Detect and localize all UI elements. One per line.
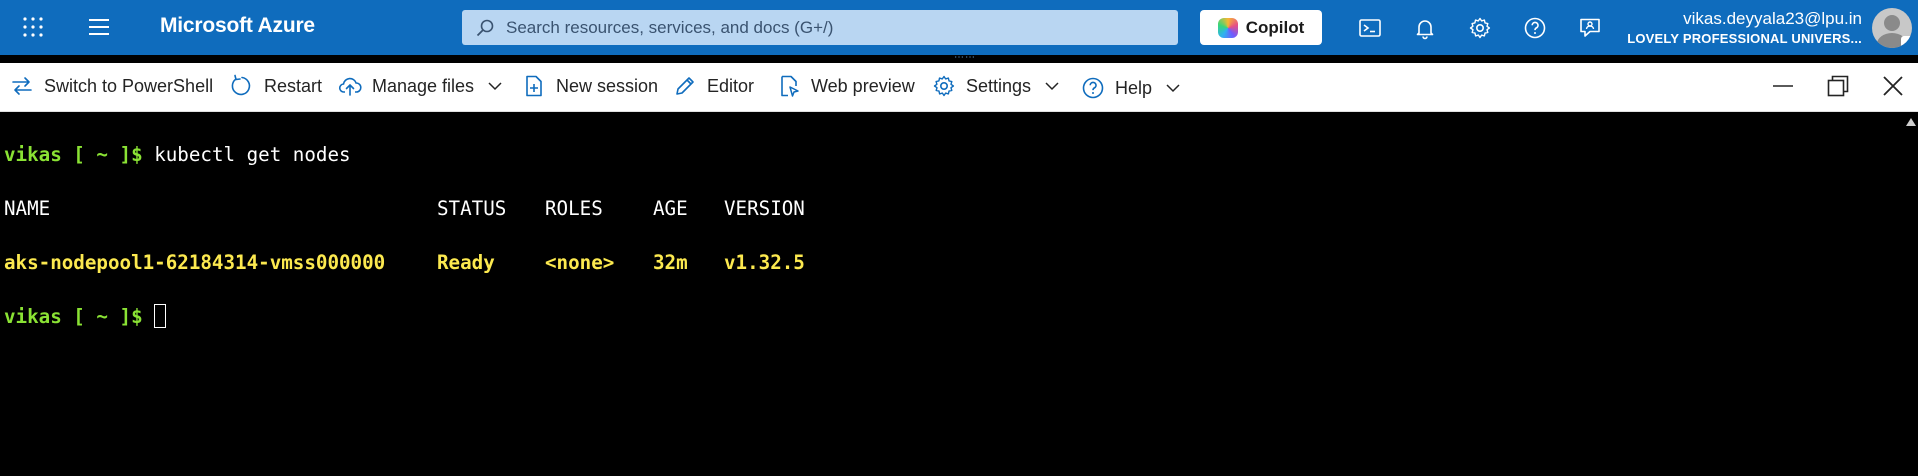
settings-label: Settings (966, 75, 1032, 96)
chevron-down-icon (488, 82, 502, 91)
cloud-upload-icon (338, 77, 362, 96)
copilot-icon (1217, 17, 1238, 38)
lock-icon (1901, 36, 1912, 48)
shell-prompt: vikas [ ~ ]$ (4, 305, 143, 328)
editor-button[interactable]: Editor (673, 72, 754, 100)
node-name: aks-nodepool1-62184314-vmss000000 (4, 251, 386, 274)
help-menu[interactable]: Help (1081, 74, 1182, 102)
web-preview-label: Web preview (811, 75, 915, 96)
feedback-icon[interactable] (1578, 16, 1602, 40)
manage-files-menu[interactable]: Manage files (338, 72, 504, 100)
settings-menu[interactable]: Settings (932, 72, 1061, 100)
terminal-scrollbar[interactable] (1902, 112, 1918, 476)
restart-label: Restart (264, 75, 323, 96)
pencil-icon (676, 77, 694, 95)
cloud-shell-icon[interactable] (1358, 16, 1382, 40)
help-question-icon[interactable] (1523, 16, 1547, 40)
shell-prompt: vikas [ ~ ]$ (4, 143, 143, 166)
user-email: vikas.deyyala23@lpu.in (1683, 9, 1862, 28)
table-header-row: NAME STATUS ROLES AGE VERSION (4, 195, 1902, 222)
search-placeholder: Search resources, services, and docs (G+… (506, 17, 834, 37)
terminal-output[interactable]: vikas [ ~ ]$ kubectl get nodes NAME STATU… (0, 112, 1902, 476)
copilot-label: Copilot (1245, 17, 1305, 37)
portal-menu-icon[interactable] (88, 17, 110, 37)
manage-files-label: Manage files (372, 75, 475, 96)
switch-arrows-icon (12, 77, 32, 95)
new-session-icon (526, 75, 542, 97)
restart-icon (231, 74, 251, 96)
account-info[interactable]: vikas.deyyala23@lpu.in LOVELY PROFESSION… (1627, 9, 1862, 49)
search-icon (476, 19, 494, 36)
restart-button[interactable]: Restart (230, 72, 322, 100)
app-launcher-icon[interactable] (22, 16, 44, 38)
chevron-down-icon (1045, 82, 1059, 91)
portal-brand[interactable]: Microsoft Azure (160, 14, 315, 38)
switch-to-powershell-button[interactable]: Switch to PowerShell (10, 72, 213, 100)
table-row: aks-nodepool1-62184314-vmss000000 Ready <n… (4, 249, 1902, 276)
web-preview-button[interactable]: Web preview (777, 72, 915, 100)
node-version: v1.32.5 (724, 251, 805, 274)
switch-label: Switch to PowerShell (44, 75, 214, 96)
avatar[interactable] (1872, 8, 1912, 48)
notifications-bell-icon[interactable] (1413, 16, 1437, 40)
minimize-icon[interactable] (1771, 74, 1795, 98)
editor-label: Editor (707, 75, 755, 96)
header-status: STATUS (437, 197, 507, 220)
node-roles: <none> (545, 251, 615, 274)
command-line: vikas [ ~ ]$ kubectl get nodes (4, 141, 1902, 168)
resize-grip[interactable]: ⋯⋯ (954, 52, 976, 63)
user-organization: LOVELY PROFESSIONAL UNIVERS... (1627, 31, 1862, 46)
copilot-button[interactable]: Copilot (1200, 10, 1322, 45)
node-age: 32m (653, 251, 688, 274)
restore-window-icon[interactable] (1826, 74, 1850, 98)
terminal-cursor (154, 304, 167, 328)
help-label: Help (1115, 77, 1153, 98)
header-version: VERSION (724, 197, 805, 220)
azure-top-bar: Microsoft Azure Search resources, servic… (0, 0, 1918, 55)
new-session-label: New session (556, 75, 659, 96)
web-preview-icon (781, 75, 799, 97)
gear-icon (933, 75, 955, 97)
settings-gear-icon[interactable] (1468, 16, 1492, 40)
close-icon[interactable] (1881, 74, 1905, 98)
node-status: Ready (437, 251, 495, 274)
header-name: NAME (4, 197, 51, 220)
global-search-input[interactable]: Search resources, services, and docs (G+… (462, 10, 1178, 45)
active-prompt-line: vikas [ ~ ]$ (4, 303, 1902, 330)
header-roles: ROLES (545, 197, 603, 220)
new-session-button[interactable]: New session (522, 72, 658, 100)
header-age: AGE (653, 197, 688, 220)
command-text: kubectl get nodes (154, 143, 351, 166)
chevron-down-icon (1166, 84, 1180, 93)
help-icon (1082, 77, 1104, 99)
scroll-up-arrow-icon[interactable] (1906, 118, 1916, 126)
